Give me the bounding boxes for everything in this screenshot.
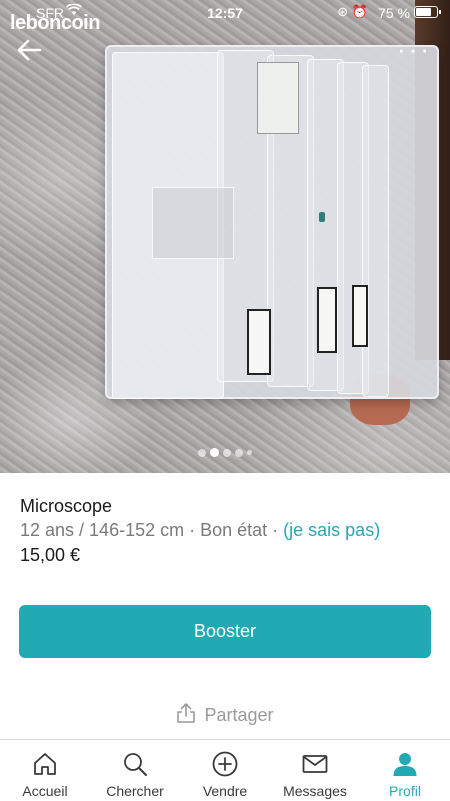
tab-label: Vendre — [202, 783, 248, 799]
search-icon — [124, 753, 147, 776]
home-icon — [34, 753, 56, 775]
listing-attributes: 12 ans / 146-152 cm · Bon état · (je sai… — [20, 520, 380, 541]
slide-sample — [152, 187, 234, 259]
tab-chercher[interactable]: Chercher — [90, 740, 180, 801]
slide-label — [247, 309, 271, 375]
slide-specimen — [319, 212, 325, 222]
share-label: Partager — [204, 705, 274, 725]
gallery-dot[interactable] — [223, 448, 231, 457]
booster-button[interactable]: Booster — [19, 605, 431, 658]
listing-attributes-text: 12 ans / 146-152 cm · Bon état · — [20, 520, 284, 540]
listing-title: Microscope — [20, 496, 113, 516]
listing-price: 15,00 € — [20, 545, 81, 565]
tab-profil[interactable]: Profil — [360, 740, 450, 801]
bottom-tab-bar: Accueil Chercher Vendre Messages Profil — [0, 739, 450, 801]
orientation-lock-icon: ⊛ — [337, 4, 349, 19]
slide-box — [105, 45, 439, 399]
more-options-icon[interactable]: ··· — [397, 36, 432, 62]
slide-label — [317, 287, 337, 353]
share-button[interactable]: Partager — [0, 702, 450, 726]
listing-photo[interactable] — [0, 0, 450, 473]
condition-info-link[interactable]: (je sais pas) — [283, 520, 380, 540]
tab-vendre[interactable]: Vendre — [180, 740, 270, 801]
status-icons: ⊛ ⏰ — [337, 4, 368, 20]
gallery-dot[interactable] — [198, 448, 206, 457]
tab-label: Messages — [283, 783, 347, 799]
back-arrow-icon[interactable] — [16, 38, 42, 62]
alarm-icon: ⏰ — [351, 4, 368, 19]
mail-icon — [302, 755, 328, 773]
battery-percent: 75 % — [378, 5, 410, 21]
gallery-dot[interactable] — [210, 448, 219, 458]
slide — [362, 65, 389, 397]
user-icon — [393, 753, 417, 776]
tab-label: Chercher — [106, 783, 164, 799]
plus-circle-icon — [212, 751, 238, 777]
brand-logo: leboncoin — [10, 12, 100, 34]
tab-accueil[interactable]: Accueil — [0, 740, 90, 801]
tab-label: Accueil — [22, 783, 68, 799]
tab-label: Profil — [389, 783, 421, 799]
tab-messages[interactable]: Messages — [270, 740, 360, 801]
slide-label — [257, 62, 299, 134]
battery-icon — [414, 6, 441, 18]
slide-label — [352, 285, 368, 347]
share-icon — [177, 703, 196, 723]
gallery-dot[interactable] — [235, 448, 243, 457]
gallery-dot[interactable] — [247, 450, 252, 456]
gallery-pagination[interactable] — [0, 444, 450, 462]
